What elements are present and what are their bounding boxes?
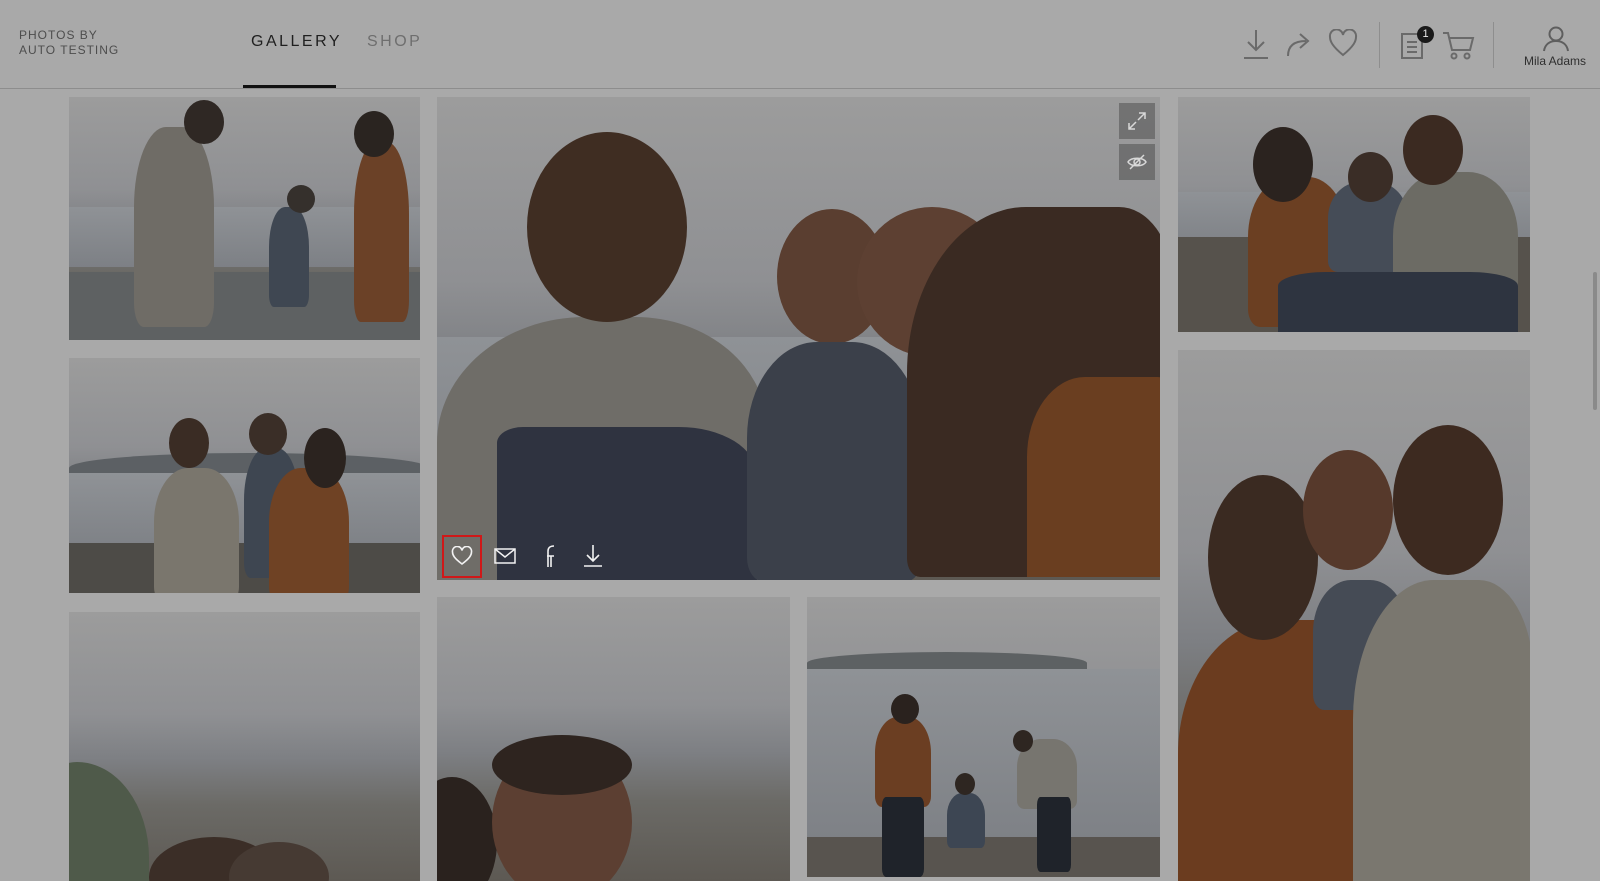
header-divider [1379,22,1380,68]
gallery-photo[interactable] [1178,350,1530,881]
expand-icon[interactable] [1119,103,1155,139]
order-count-badge: 1 [1417,26,1434,43]
top-header: PHOTOS BY AUTO TESTING GALLERY SHOP 1 Mi… [0,0,1600,89]
scrollbar-thumb[interactable] [1593,272,1597,410]
gallery-photo[interactable] [69,97,420,340]
gallery-photo[interactable] [807,597,1160,877]
cart-icon[interactable] [1442,30,1476,60]
selection-highlight [442,535,482,578]
gallery-photo[interactable] [69,358,420,593]
hide-eye-icon[interactable] [1119,144,1155,180]
gallery-photo[interactable] [1178,97,1530,332]
brand-logo[interactable]: PHOTOS BY AUTO TESTING [19,28,119,58]
brand-line-2: AUTO TESTING [19,43,120,57]
user-icon[interactable] [1542,26,1570,52]
download-all-icon[interactable] [1242,28,1270,60]
featured-photo[interactable] [437,97,1160,580]
header-divider [1493,22,1494,68]
gallery-photo[interactable] [437,597,790,881]
favorites-heart-icon[interactable] [1328,29,1358,57]
mail-icon[interactable] [494,548,516,569]
tab-gallery[interactable]: GALLERY [251,33,342,51]
share-icon[interactable] [1285,30,1313,58]
brand-line-1: PHOTOS BY [19,28,98,42]
facebook-icon[interactable] [543,545,555,572]
active-tab-indicator [243,85,336,88]
tab-shop[interactable]: SHOP [367,33,422,51]
gallery-photo[interactable] [69,612,420,881]
user-name[interactable]: Mila Adams [1500,54,1600,68]
download-icon[interactable] [583,544,603,573]
